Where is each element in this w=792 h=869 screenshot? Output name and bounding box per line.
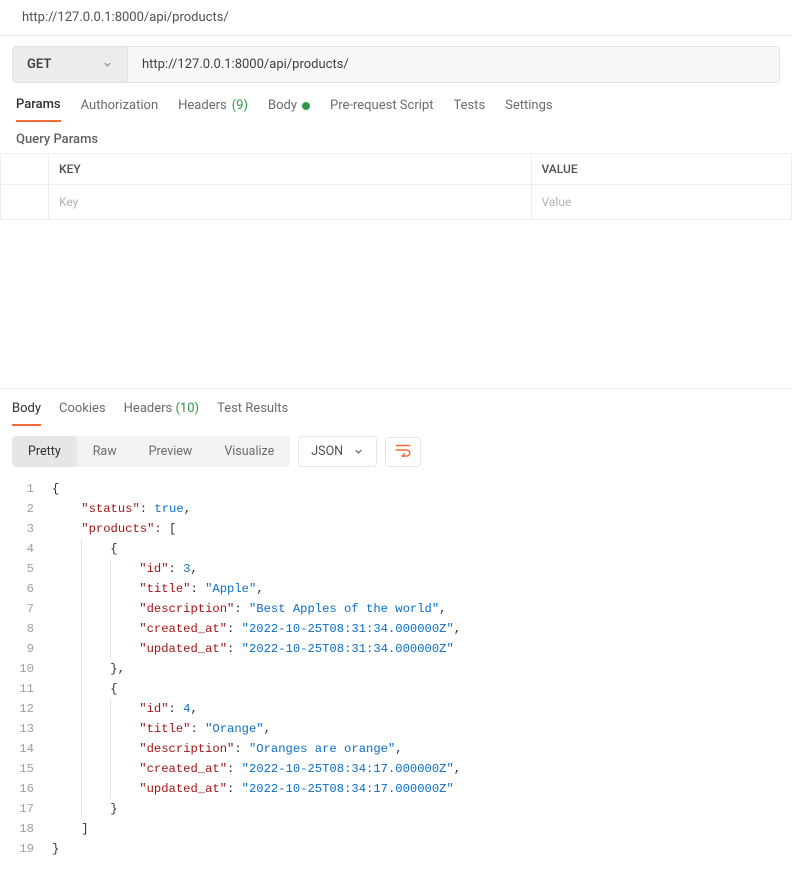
line-number: 19 xyxy=(0,839,52,859)
line-number: 9 xyxy=(0,639,52,659)
value-column-header: VALUE xyxy=(531,154,792,185)
line-number: 8 xyxy=(0,619,52,639)
resp-headers-label: Headers xyxy=(124,401,173,416)
line-number: 18 xyxy=(0,819,52,839)
request-tab-title[interactable]: http://127.0.0.1:8000/api/products/ xyxy=(0,0,792,36)
view-visualize-button[interactable]: Visualize xyxy=(208,436,290,467)
line-number: 2 xyxy=(0,499,52,519)
view-pretty-button[interactable]: Pretty xyxy=(12,436,77,467)
line-number: 11 xyxy=(0,679,52,699)
line-number: 10 xyxy=(0,659,52,679)
resp-tab-cookies[interactable]: Cookies xyxy=(59,401,106,426)
format-label: JSON xyxy=(311,444,343,459)
checkbox-column-header xyxy=(1,154,49,185)
response-tabs: Body Cookies Headers (10) Test Results xyxy=(0,388,792,426)
tab-prerequest[interactable]: Pre-request Script xyxy=(330,97,433,122)
tab-settings[interactable]: Settings xyxy=(505,97,552,122)
line-number: 5 xyxy=(0,559,52,579)
wrap-lines-button[interactable] xyxy=(385,437,421,467)
chevron-down-icon xyxy=(102,59,113,70)
line-number: 3 xyxy=(0,519,52,539)
request-tabs: Params Authorization Headers (9) Body Pr… xyxy=(0,83,792,122)
request-bar: GET http://127.0.0.1:8000/api/products/ xyxy=(12,46,780,83)
resp-tab-body[interactable]: Body xyxy=(12,401,41,426)
line-number: 14 xyxy=(0,739,52,759)
line-number: 16 xyxy=(0,779,52,799)
response-body-code[interactable]: 1{ 2 "status": true, 3 "products": [ 4 {… xyxy=(0,477,792,869)
line-number: 4 xyxy=(0,539,52,559)
resp-tab-headers[interactable]: Headers (10) xyxy=(124,401,199,426)
tab-tests[interactable]: Tests xyxy=(453,97,485,122)
table-row: Key Value xyxy=(1,185,792,220)
key-input[interactable]: Key xyxy=(49,185,532,220)
tab-authorization[interactable]: Authorization xyxy=(81,97,159,122)
request-url-input[interactable]: http://127.0.0.1:8000/api/products/ xyxy=(128,47,779,82)
line-number: 15 xyxy=(0,759,52,779)
row-checkbox-cell[interactable] xyxy=(1,185,49,220)
value-input[interactable]: Value xyxy=(531,185,792,220)
line-number: 1 xyxy=(0,479,52,499)
wrap-icon xyxy=(394,443,412,461)
spacer xyxy=(0,220,792,388)
tab-headers-label: Headers xyxy=(178,98,227,113)
view-preview-button[interactable]: Preview xyxy=(133,436,209,467)
resp-headers-count: (10) xyxy=(175,401,199,416)
tab-body[interactable]: Body xyxy=(268,97,310,122)
view-mode-group: Pretty Raw Preview Visualize xyxy=(12,436,290,467)
chevron-down-icon xyxy=(353,446,364,457)
http-method-select[interactable]: GET xyxy=(13,47,128,82)
line-number: 13 xyxy=(0,719,52,739)
query-params-heading: Query Params xyxy=(0,122,792,153)
format-select[interactable]: JSON xyxy=(298,436,377,467)
response-view-bar: Pretty Raw Preview Visualize JSON xyxy=(0,426,792,477)
key-column-header: KEY xyxy=(49,154,532,185)
line-number: 12 xyxy=(0,699,52,719)
view-raw-button[interactable]: Raw xyxy=(77,436,133,467)
resp-tab-test-results[interactable]: Test Results xyxy=(217,401,288,426)
query-params-table: KEY VALUE Key Value xyxy=(0,153,792,220)
tab-headers[interactable]: Headers (9) xyxy=(178,97,248,122)
http-method-value: GET xyxy=(27,57,51,72)
line-number: 6 xyxy=(0,579,52,599)
body-active-dot-icon xyxy=(302,102,310,110)
tab-body-label: Body xyxy=(268,98,297,113)
tab-params[interactable]: Params xyxy=(16,97,61,122)
table-header-row: KEY VALUE xyxy=(1,154,792,185)
line-number: 7 xyxy=(0,599,52,619)
tab-headers-count: (9) xyxy=(232,98,248,113)
line-number: 17 xyxy=(0,799,52,819)
